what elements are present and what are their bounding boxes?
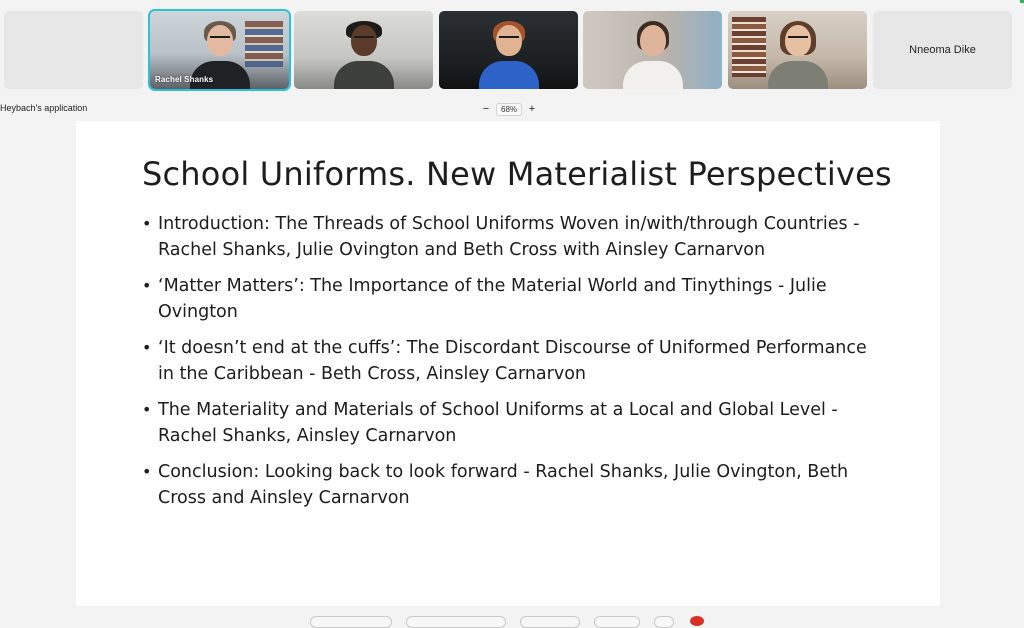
participant-tile-5[interactable] — [583, 11, 722, 89]
bullet-text: ‘Matter Matters’: The Importance of the … — [158, 276, 827, 322]
camera-feed — [728, 11, 867, 89]
participant-tile-nneoma-dike[interactable]: Nneoma Dike — [873, 11, 1012, 89]
slide-bullet: • Introduction: The Threads of School Un… — [142, 211, 882, 263]
participant-video-figure — [767, 19, 828, 89]
participant-name: Rachel Shanks — [155, 75, 214, 84]
bookshelf-background — [732, 17, 766, 77]
camera-feed — [439, 11, 578, 89]
share-button[interactable] — [520, 616, 580, 628]
zoom-in-button[interactable]: + — [527, 103, 537, 115]
camera-button[interactable] — [406, 616, 506, 628]
slide-bullet: • Conclusion: Looking back to look forwa… — [142, 459, 882, 511]
slide-title: School Uniforms. New Materialist Perspec… — [142, 155, 892, 193]
bullet-marker: • — [142, 214, 152, 233]
zoom-out-button[interactable]: − — [481, 103, 491, 115]
zoom-controls: − 68% + — [481, 101, 537, 117]
participant-tile-rachel-shanks[interactable]: Rachel Shanks — [150, 11, 289, 89]
slide-bullet-list: • Introduction: The Threads of School Un… — [142, 211, 882, 521]
bullet-marker: • — [142, 276, 152, 295]
shared-screen-label: Heybach's application — [0, 103, 88, 113]
camera-feed — [294, 11, 433, 89]
status-indicator — [1020, 0, 1024, 3]
bullet-text: ‘It doesn’t end at the cuffs’: The Disco… — [158, 338, 867, 384]
participant-tile-6[interactable] — [728, 11, 867, 89]
slide-bullet: • ‘Matter Matters’: The Importance of th… — [142, 273, 882, 325]
zoom-level-display[interactable]: 68% — [496, 102, 523, 116]
bullet-marker: • — [142, 462, 152, 481]
slide-bullet: • ‘It doesn’t end at the cuffs’: The Dis… — [142, 335, 882, 387]
bullet-text: The Materiality and Materials of School … — [158, 400, 838, 446]
participant-strip: Rachel Shanks Nneoma Dike — [0, 0, 1024, 100]
participant-name: Nneoma Dike — [909, 44, 976, 56]
bookshelf-background — [245, 21, 283, 67]
participant-video-figure — [333, 19, 394, 89]
participant-tile-4[interactable] — [439, 11, 578, 89]
participant-tile-1[interactable] — [4, 11, 143, 89]
bullet-text: Introduction: The Threads of School Unif… — [158, 214, 860, 260]
shared-slide: School Uniforms. New Materialist Perspec… — [76, 121, 940, 606]
camera-feed — [583, 11, 722, 89]
participant-video-figure — [622, 19, 683, 89]
more-options-button[interactable] — [654, 616, 674, 628]
slide-bullet: • The Materiality and Materials of Schoo… — [142, 397, 882, 449]
participant-video-figure — [478, 19, 539, 89]
participant-tile-3[interactable] — [294, 11, 433, 89]
bullet-marker: • — [142, 338, 152, 357]
bullet-marker: • — [142, 400, 152, 419]
leave-call-button[interactable] — [690, 616, 704, 626]
mic-button[interactable] — [310, 616, 392, 628]
bullet-text: Conclusion: Looking back to look forward… — [158, 462, 849, 508]
reactions-button[interactable] — [594, 616, 640, 628]
meeting-controls-bar — [0, 613, 1024, 628]
